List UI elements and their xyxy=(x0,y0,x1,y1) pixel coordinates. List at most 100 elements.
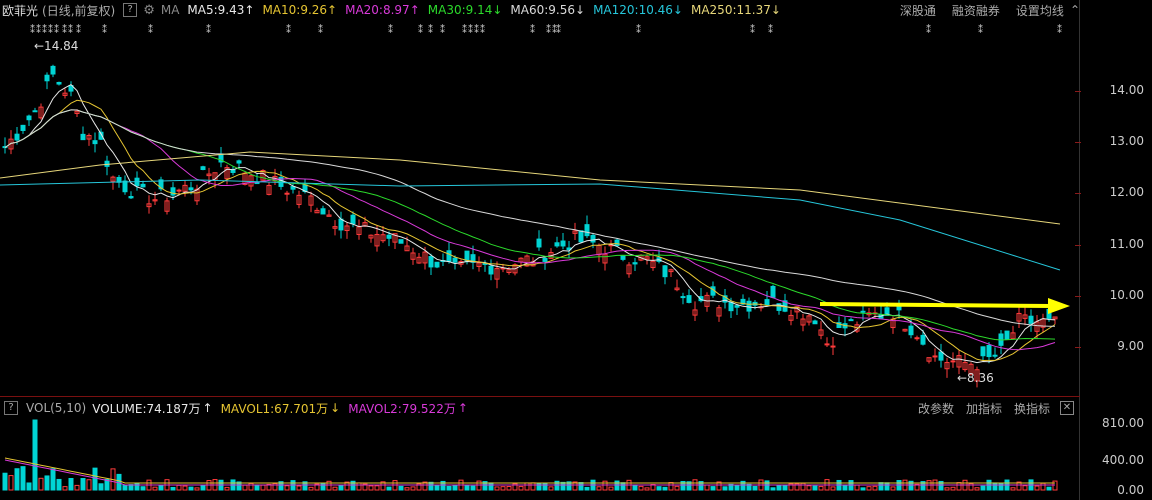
volume-bar xyxy=(884,482,890,491)
volume-bar xyxy=(542,482,548,491)
kline-chart[interactable]: ⁑ ⁑ ⁑ ⁑ ⁑ ⁑ ⁑ ⁑ ⁑ ⁑ ⁑ ⁑ ⁑ ⁑ ⁑ ⁑ ⁑ ⁑ ⁑ ⁑ ⁑ ⁑ ⁑ ⁑ ⁑ ⁑ ⁑ ⁑ ⁑ ⁑ ⁑ xyxy=(0,0,1080,500)
volume-bar xyxy=(62,486,68,491)
candle-body xyxy=(554,242,560,247)
volume-bar xyxy=(662,486,668,491)
close-icon[interactable]: ✕ xyxy=(1060,401,1074,415)
candle-body xyxy=(338,218,344,231)
event-marker-icon[interactable]: ⁑ xyxy=(48,23,53,36)
event-marker-icon[interactable]: ⁑ xyxy=(286,23,291,36)
event-marker-icon[interactable]: ⁑ xyxy=(318,23,323,36)
volume-bar xyxy=(860,487,866,491)
volume-bar xyxy=(770,487,776,491)
event-marker-icon[interactable]: ⁑ xyxy=(54,23,59,36)
candle-body xyxy=(686,295,692,303)
edit-params-button[interactable]: 改参数 xyxy=(918,400,954,417)
volume-bar xyxy=(524,482,530,491)
candle-body xyxy=(632,262,638,265)
event-marker-icon[interactable]: ⁑ xyxy=(428,23,433,36)
volume-value: VOLUME:74.187万 xyxy=(92,401,201,416)
candle-body xyxy=(44,74,50,82)
event-marker-icon[interactable]: ⁑ xyxy=(36,23,41,36)
event-marker-icon[interactable]: ⁑ xyxy=(388,23,393,36)
volume-bar xyxy=(1010,487,1016,491)
event-marker-icon[interactable]: ⁑ xyxy=(768,23,773,36)
high-price-label: ←14.84 xyxy=(34,39,79,53)
volume-bar xyxy=(704,484,710,491)
volume-bar xyxy=(548,486,554,491)
event-marker-icon[interactable]: ⁑ xyxy=(148,23,153,36)
event-marker-icon[interactable]: ⁑ xyxy=(462,23,467,36)
volume-bar xyxy=(620,482,626,491)
candle-body xyxy=(932,355,938,358)
mavol1-arrow: ↓ xyxy=(330,401,341,415)
event-marker-icon[interactable]: ⁑ xyxy=(102,23,107,36)
volume-bar xyxy=(530,482,536,491)
candle-body xyxy=(434,261,440,268)
candle-body xyxy=(446,250,452,263)
candle-body xyxy=(662,265,668,278)
candle-body xyxy=(812,320,818,325)
volume-bar xyxy=(410,486,416,491)
trend-arrow-shaft xyxy=(819,302,1053,308)
volume-bar xyxy=(182,485,188,491)
event-marker-icon[interactable]: ⁑ xyxy=(468,23,473,36)
switch-indicator-button[interactable]: 换指标 xyxy=(1014,400,1050,417)
event-marker-icon[interactable]: ⁑ xyxy=(546,23,551,36)
volume-bar xyxy=(68,478,74,491)
volume-bar xyxy=(32,419,38,491)
event-marker-icon[interactable]: ⁑ xyxy=(206,23,211,36)
event-marker-icon[interactable]: ⁑ xyxy=(68,23,73,36)
volume-bar xyxy=(26,482,32,491)
event-marker-icon[interactable]: ⁑ xyxy=(76,23,81,36)
vol-label: VOL(5,10) xyxy=(26,401,87,415)
volume-bar xyxy=(596,486,602,491)
event-marker-icon[interactable]: ⁑ xyxy=(42,23,47,36)
volume-bar xyxy=(1052,480,1058,491)
volume-header: ? VOL(5,10) VOLUME:74.187万 ↑ MAVOL1:67.7… xyxy=(0,398,1080,418)
price-tick-label: 12.00 xyxy=(1109,185,1144,199)
volume-bar xyxy=(494,486,500,491)
volume-bar xyxy=(734,484,740,491)
volume-bar xyxy=(248,482,254,491)
volume-bar xyxy=(584,486,590,491)
event-marker-icon[interactable]: ⁑ xyxy=(926,23,931,36)
candle-body xyxy=(176,189,182,192)
volume-bar xyxy=(644,487,650,491)
volume-bar xyxy=(20,466,26,491)
event-marker-icon[interactable]: ⁑ xyxy=(480,23,485,36)
candle-body xyxy=(986,345,992,358)
candle-body xyxy=(1028,315,1034,324)
event-marker-icon[interactable]: ⁑ xyxy=(440,23,445,36)
volume-bar xyxy=(842,484,848,491)
volume-bar xyxy=(86,479,92,491)
volume-bar xyxy=(170,486,176,491)
volume-bar xyxy=(722,486,728,491)
volume-bar xyxy=(14,468,20,491)
event-marker-icon[interactable]: ⁑ xyxy=(636,23,641,36)
event-marker-icon[interactable]: ⁑ xyxy=(750,23,755,36)
event-marker-icon[interactable]: ⁑ xyxy=(556,23,561,36)
candle-body xyxy=(140,183,146,188)
volume-bar xyxy=(974,487,980,491)
volume-tick-label: 400.00 xyxy=(1102,453,1144,467)
event-marker-icon[interactable]: ⁑ xyxy=(62,23,67,36)
event-marker-icon[interactable]: ⁑ xyxy=(978,23,983,36)
volume-help-icon[interactable]: ? xyxy=(4,401,18,415)
volume-bar xyxy=(194,487,200,491)
candle-body xyxy=(860,310,866,313)
volume-bar xyxy=(80,478,86,491)
ma-line xyxy=(4,99,1056,362)
candle-body xyxy=(386,234,392,239)
event-marker-icon[interactable]: ⁑ xyxy=(1057,23,1062,36)
event-marker-icon[interactable]: ⁑ xyxy=(474,23,479,36)
volume-bar xyxy=(1040,482,1046,491)
event-marker-icon[interactable]: ⁑ xyxy=(530,23,535,36)
event-marker-icon[interactable]: ⁑ xyxy=(418,23,423,36)
candle-body xyxy=(584,224,590,237)
candle-body xyxy=(992,354,998,357)
event-marker-icon[interactable]: ⁑ xyxy=(30,23,35,36)
volume-bar xyxy=(464,484,470,491)
volume-bar xyxy=(752,485,758,491)
volume-bar xyxy=(980,485,986,491)
add-indicator-button[interactable]: 加指标 xyxy=(966,400,1002,417)
